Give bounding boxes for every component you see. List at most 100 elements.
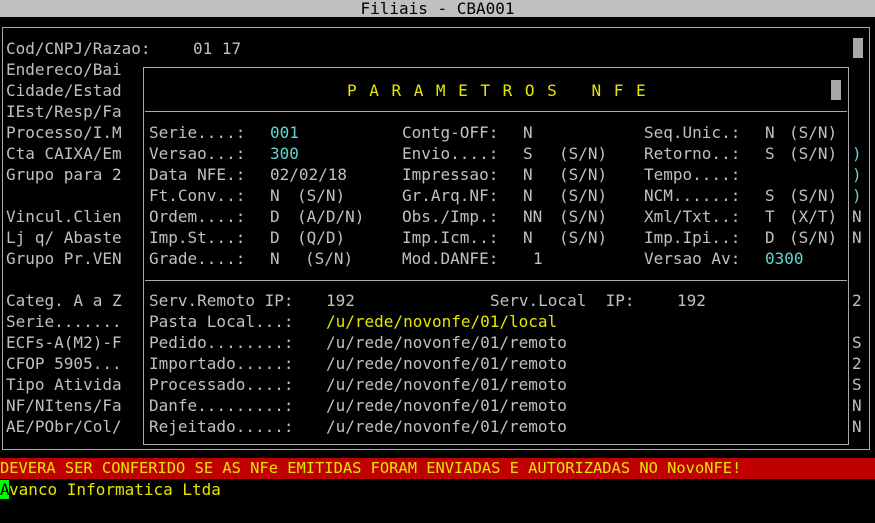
path-field[interactable]: /u/rede/novonfe/01/remoto: [326, 332, 567, 353]
header-value[interactable]: 01 17: [193, 38, 241, 59]
param-value-field[interactable]: N: [523, 185, 533, 206]
param-hint: (S/N): [559, 144, 608, 163]
param-label: Serie....:: [149, 123, 246, 142]
param-label: Seq.Unic.:: [644, 123, 741, 142]
dialog-title: PARAMETROS NFE: [347, 81, 659, 100]
param-hint: (X/T): [789, 207, 838, 226]
param-label: Ordem....:: [149, 207, 246, 226]
warning-bar: DEVERA SER CONFERIDO SE AS NFe EMITIDAS …: [0, 458, 875, 479]
param-label: Tempo....:: [644, 165, 741, 184]
path-field[interactable]: /u/rede/novonfe/01/local: [326, 311, 557, 332]
background-edge-char: ): [852, 165, 862, 184]
param-hint: (Q/D): [297, 228, 346, 247]
background-label: Tipo Ativida: [6, 375, 122, 394]
param-label: Xml/Txt..:: [644, 207, 741, 226]
warning-text: DEVERA SER CONFERIDO SE AS NFe EMITIDAS …: [0, 459, 742, 477]
background-edge-char: N: [852, 228, 862, 247]
path-label: Pedido........:: [149, 333, 294, 352]
param-label: Obs./Imp.:: [402, 207, 499, 226]
serv-remoto-label: Serv.Remoto IP:: [149, 291, 294, 310]
param-hint: (S/N): [559, 228, 608, 247]
param-value-field[interactable]: 300: [270, 143, 299, 164]
param-label: Versao...:: [149, 144, 246, 163]
param-value-field[interactable]: N: [523, 164, 533, 185]
param-value-field[interactable]: 0300: [765, 248, 804, 269]
serv-remoto-ip-field[interactable]: 192: [326, 290, 355, 311]
path-field[interactable]: /u/rede/novonfe/01/remoto: [326, 395, 567, 416]
path-label: Pasta Local...:: [149, 312, 294, 331]
param-value-field[interactable]: N: [765, 122, 775, 143]
path-label: Importado.....:: [149, 354, 294, 373]
param-hint: (A/D/N): [297, 207, 365, 226]
param-label: Envio....:: [402, 144, 499, 163]
param-value-field[interactable]: T: [765, 206, 775, 227]
param-hint: (S/N): [789, 123, 838, 142]
background-edge-char: N: [852, 396, 862, 415]
param-label: Imp.Icm..:: [402, 228, 499, 247]
background-label: Cta CAIXA/Em: [6, 144, 122, 163]
header-label: Cod/CNPJ/Razao:: [6, 39, 151, 58]
param-label: Data NFE.:: [149, 165, 246, 184]
background-edge-char: N: [852, 207, 862, 226]
param-hint: (S/N): [789, 186, 838, 205]
param-value-field[interactable]: D: [765, 227, 775, 248]
background-label: Grupo para 2: [6, 165, 122, 184]
param-value-field[interactable]: N: [270, 185, 280, 206]
background-label: Categ. A a Z: [6, 291, 122, 310]
window-title: Filiais - CBA001: [360, 0, 515, 18]
param-hint: (S/N): [559, 165, 608, 184]
param-value-field[interactable]: S: [765, 185, 775, 206]
background-edge-char: 2: [852, 354, 862, 373]
background-label: AE/PObr/Col/: [6, 417, 122, 436]
background-edge-char: ): [852, 186, 862, 205]
background-edge-char: ): [852, 144, 862, 163]
param-value-field[interactable]: N: [523, 227, 533, 248]
param-label: NCM......:: [644, 186, 741, 205]
param-value-field[interactable]: 02/02/18: [270, 164, 347, 185]
param-value-field[interactable]: N: [523, 122, 533, 143]
dialog-scroll-thumb[interactable]: [831, 80, 841, 100]
param-label: Contg-OFF:: [402, 123, 499, 142]
param-label: Ft.Conv..:: [149, 186, 246, 205]
param-label: Retorno..:: [644, 144, 741, 163]
param-value-field[interactable]: 001: [270, 122, 299, 143]
path-field[interactable]: /u/rede/novonfe/01/remoto: [326, 416, 567, 437]
param-hint: (S/N): [789, 144, 838, 163]
param-value-field[interactable]: N: [270, 248, 280, 269]
background-edge-char: S: [852, 333, 862, 352]
param-value-field[interactable]: S: [765, 143, 775, 164]
param-value-field[interactable]: S: [523, 143, 533, 164]
background-label: Endereco/Bai: [6, 60, 122, 79]
param-label: Imp.Ipi..:: [644, 228, 741, 247]
background-label: Vincul.Clien: [6, 207, 122, 226]
path-label: Rejeitado.....:: [149, 417, 294, 436]
dialog-section-divider: [145, 280, 847, 281]
background-label: Grupo Pr.VEN: [6, 249, 122, 268]
param-hint: (S/N): [559, 207, 608, 226]
dialog-title-divider: [145, 111, 847, 112]
path-field[interactable]: /u/rede/novonfe/01/remoto: [326, 374, 567, 395]
background-label: ECFs-A(M2)-F: [6, 333, 122, 352]
title-bar: Filiais - CBA001: [0, 0, 875, 18]
param-label: Mod.DANFE:: [402, 249, 499, 268]
param-label: Versao Av:: [644, 249, 741, 268]
background-label: NF/NItens/Fa: [6, 396, 122, 415]
param-value-field[interactable]: NN: [523, 206, 542, 227]
background-label: CFOP 5905...: [6, 354, 122, 373]
param-hint: (S/N): [789, 228, 838, 247]
param-label: Impressao:: [402, 165, 499, 184]
serv-local-label: Serv.Local IP:: [490, 291, 635, 310]
background-label: Lj q/ Abaste: [6, 228, 122, 247]
background-label: IEst/Resp/Fa: [6, 102, 122, 121]
param-value-field[interactable]: D: [270, 206, 280, 227]
background-edge-char: N: [852, 417, 862, 436]
background-scroll-thumb[interactable]: [853, 38, 863, 58]
serv-local-ip-field[interactable]: 192: [677, 290, 706, 311]
param-hint: (S/N): [297, 186, 346, 205]
param-label: Imp.St...:: [149, 228, 246, 247]
param-value-field[interactable]: D: [270, 227, 280, 248]
param-value-field[interactable]: 1: [533, 248, 543, 269]
path-field[interactable]: /u/rede/novonfe/01/remoto: [326, 353, 567, 374]
background-edge-char: 2: [852, 291, 862, 310]
param-label: Grade....:: [149, 249, 246, 268]
